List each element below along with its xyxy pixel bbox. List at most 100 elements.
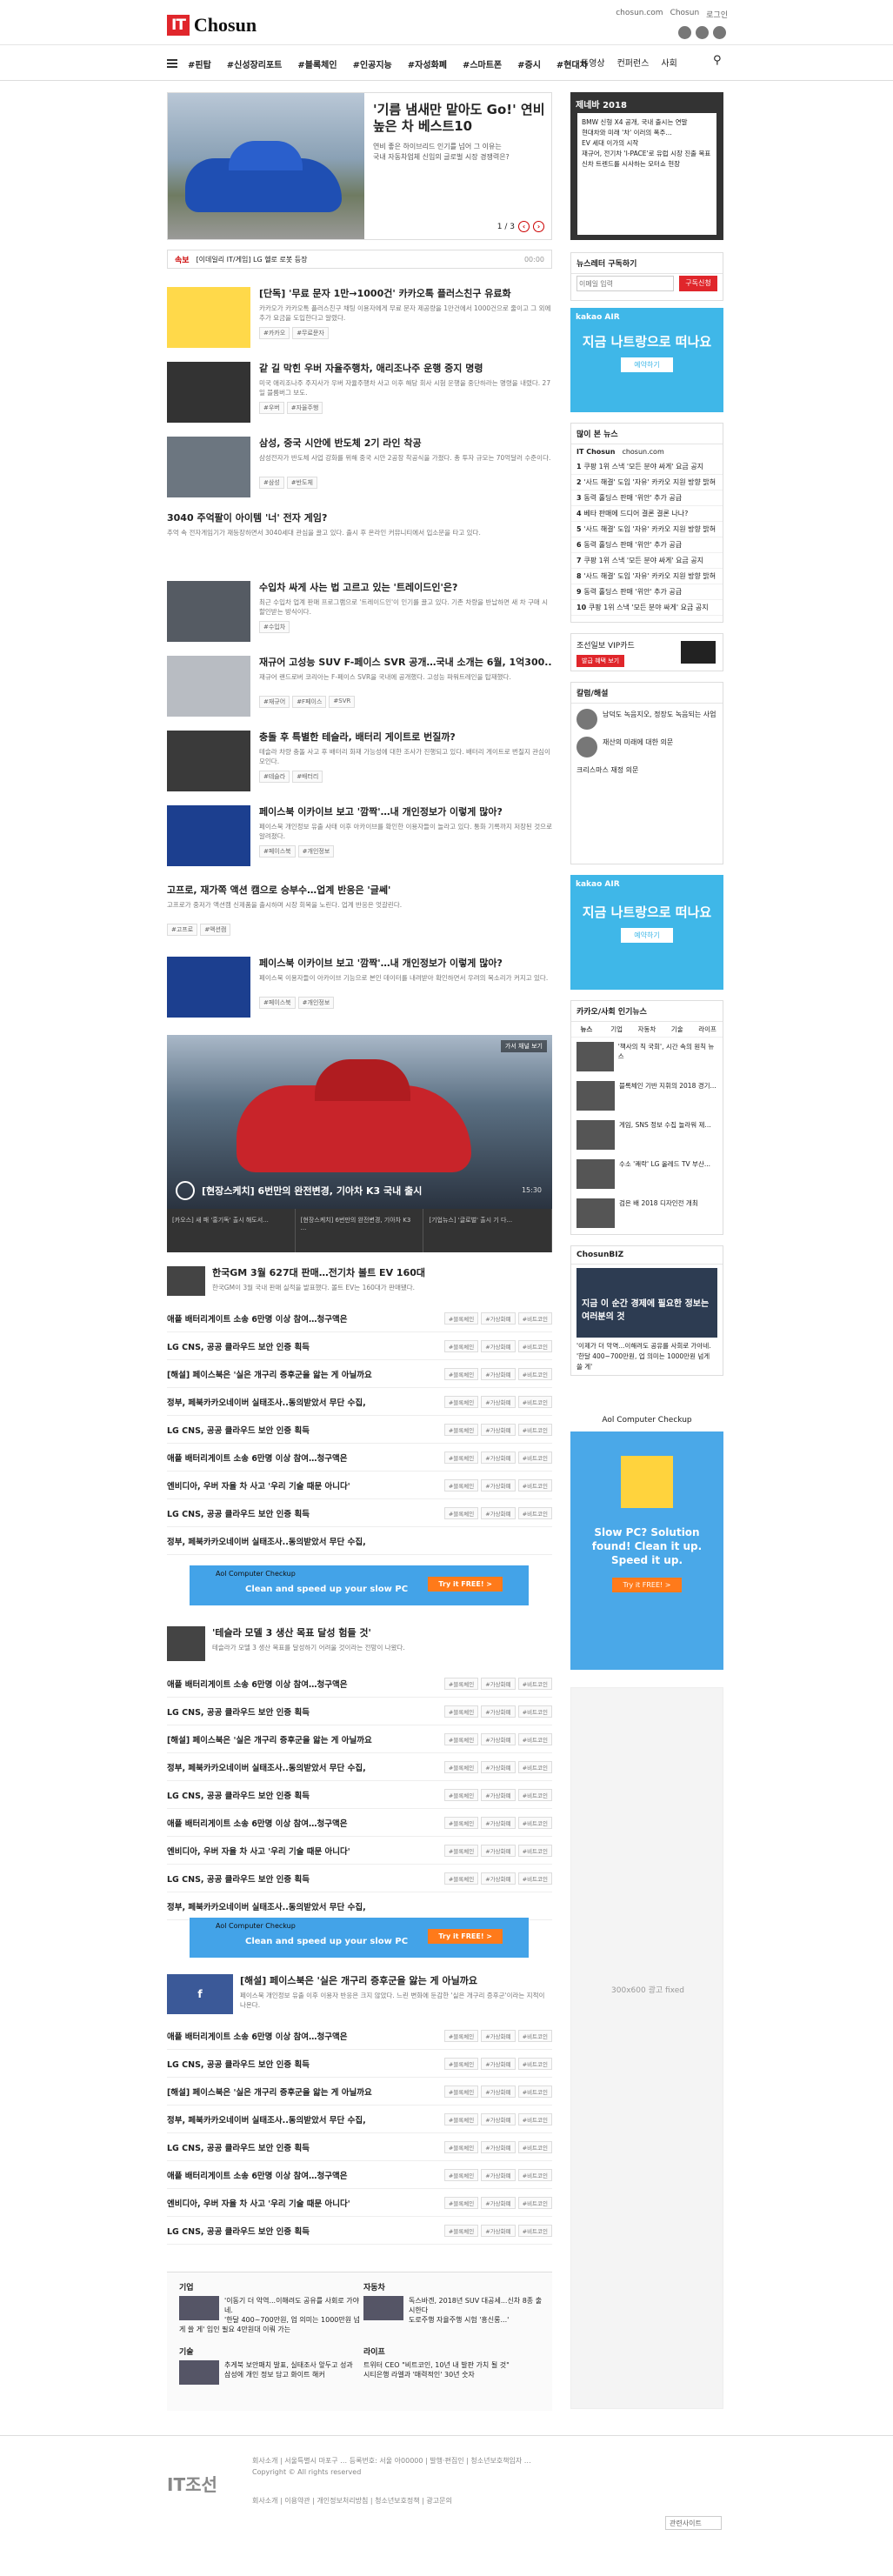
tag[interactable]: #비트코인: [517, 1451, 552, 1464]
category-link[interactable]: 시티은행 라엘과 '매력적인' 30년 숫자: [363, 2370, 546, 2379]
column-item[interactable]: 수소 '쾌락' LG 올레드 TV 부산...: [619, 1159, 710, 1190]
list-title[interactable]: LG CNS, 공공 클라우드 보안 인증 획득: [167, 1872, 310, 1885]
list-item[interactable]: 정부, 페북카카오네이버 실태조사..동의받았서 무단 수집, #블록체인 #가상화…: [167, 2106, 552, 2133]
column-tab[interactable]: 자동차: [632, 1022, 663, 1037]
tag[interactable]: #우버: [259, 402, 284, 414]
facebook-icon[interactable]: [678, 26, 691, 39]
list-item[interactable]: 애플 배터리게이트 소송 6만명 이상 참여…청구액은 #블록체인 #가상화폐 #비트…: [167, 1444, 552, 1472]
list-title[interactable]: 애플 배터리게이트 소송 6만명 이상 참여…청구액은: [167, 1312, 347, 1325]
tag[interactable]: #비트코인: [517, 2029, 552, 2042]
tag[interactable]: #가상화폐: [481, 1732, 516, 1745]
nav-item-3[interactable]: #인공지능: [353, 57, 392, 70]
rank-item[interactable]: 1 쿠팡 1위 스낵 '모든 분야 싸게' 요금 공지: [571, 459, 723, 475]
login-link[interactable]: 로그인: [706, 9, 728, 20]
video-title[interactable]: [현장스케치] 6번만의 완전변경, 기아차 K3 국내 출시: [202, 1184, 422, 1198]
article-title[interactable]: 페이스북 이카이브 보고 '깜짝'…내 개인정보가 이렇게 많아?: [259, 957, 552, 970]
tag[interactable]: #반도체: [286, 477, 317, 489]
popular-tab[interactable]: chosun.com: [622, 448, 663, 456]
tag[interactable]: #블록체인: [443, 1423, 479, 1436]
next-icon[interactable]: ›: [533, 221, 544, 232]
tag[interactable]: #블록체인: [443, 1367, 479, 1380]
tag[interactable]: #블록체인: [443, 1732, 479, 1745]
list-title[interactable]: 애플 배터리게이트 소송 6만명 이상 참여…청구액은: [167, 1678, 347, 1690]
nav-item-6[interactable]: #증시: [517, 57, 541, 70]
tag[interactable]: #블록체인: [443, 1788, 479, 1801]
list-title[interactable]: LG CNS, 공공 클라우드 보안 인증 획득: [167, 2141, 310, 2153]
tag[interactable]: #배터리: [292, 771, 323, 783]
kakao-ad-button[interactable]: 예약하기: [621, 357, 673, 372]
tag[interactable]: #액션캠: [200, 924, 231, 936]
list-item[interactable]: 애플 배터리게이트 소송 6만명 이상 참여…청구액은 #블록체인 #가상화폐 #비트…: [167, 2022, 552, 2050]
list-title[interactable]: LG CNS, 공공 클라우드 보안 인증 획득: [167, 1340, 310, 1352]
list-item[interactable]: [해설] 페이스북은 '실은 개구리 증후군을 앓는 게 아닐까요 #블록체인 #가…: [167, 1725, 552, 1753]
vip-card-ad[interactable]: 조선일보 VIP카드 발급 혜택 보기: [570, 633, 723, 671]
opinion-item[interactable]: 크리스마스 재정 의문: [576, 764, 717, 777]
play-icon[interactable]: [176, 1181, 195, 1200]
tag[interactable]: #가상화폐: [481, 1478, 516, 1492]
nav-society[interactable]: 사회: [661, 56, 676, 69]
video-channel-label[interactable]: 가서 채널 보기: [500, 1040, 547, 1052]
tag[interactable]: #비트코인: [517, 1816, 552, 1829]
opinion-item[interactable]: 남덕도 녹음지오, 정장도 녹음되는 사업: [603, 709, 716, 730]
tag[interactable]: #가상화폐: [481, 1423, 516, 1436]
list-title[interactable]: [해설] 페이스북은 '실은 개구리 증후군을 앓는 게 아닐까요: [167, 1733, 372, 1745]
tag[interactable]: #비트코인: [517, 2085, 552, 2098]
rank-item[interactable]: 8 '사드 해결' 도입 '자유' 카카오 지원 방향 밝혀: [571, 569, 723, 584]
video-thumb-0[interactable]: [카오스] 새 패 '홍기독' 출시 해도서...: [167, 1209, 296, 1252]
list-title[interactable]: 애플 배터리게이트 소송 6만명 이상 참여…청구액은: [167, 2030, 347, 2042]
tag[interactable]: #가상화폐: [481, 1760, 516, 1773]
tag[interactable]: #가상화폐: [481, 1705, 516, 1718]
tag[interactable]: #블록체인: [443, 2029, 479, 2042]
tag[interactable]: #비트코인: [517, 1395, 552, 1408]
tag[interactable]: #블록체인: [443, 1339, 479, 1352]
article-title[interactable]: 3040 주억팔이 아이템 '너' 전자 게임?: [167, 511, 552, 524]
rank-item[interactable]: 3 동력 홀딩스 판매 '위안' 추가 공급: [571, 491, 723, 506]
site-logo[interactable]: IT Chosun: [167, 14, 257, 37]
tag[interactable]: #개인정보: [297, 845, 335, 858]
list-item[interactable]: LG CNS, 공공 클라우드 보안 인증 획득 #블록체인 #가상화폐 #비트코인: [167, 2050, 552, 2078]
article-title[interactable]: [해설] 페이스북은 '실은 개구리 증후군을 앓는 게 아닐까요: [240, 1974, 552, 1987]
kakao-air-ad[interactable]: kakao AIR 지금 나트랑으로 떠나요 예약하기: [570, 308, 723, 412]
top-link-1[interactable]: Chosun: [670, 9, 700, 20]
list-title[interactable]: 정부, 페북카카오네이버 실태조사..동의받았서 무단 수집,: [167, 1761, 366, 1773]
biz-headline[interactable]: 지금 이 순간 경제에 필요한 정보는 여러분의 것: [576, 1268, 717, 1338]
tag[interactable]: #자율주행: [286, 402, 323, 414]
tag[interactable]: #가상화폐: [481, 2085, 516, 2098]
list-title[interactable]: LG CNS, 공공 클라우드 보안 인증 획득: [167, 2225, 310, 2237]
video-thumb-1[interactable]: [현장스케치] 6번만의 완전변경, 기아차 K3 ...: [296, 1209, 424, 1252]
nav-video[interactable]: 동영상: [581, 56, 605, 69]
tag[interactable]: #가상화폐: [481, 2140, 516, 2153]
card-button[interactable]: 발급 혜택 보기: [576, 655, 625, 667]
list-title[interactable]: LG CNS, 공공 클라우드 보안 인증 획득: [167, 1424, 310, 1436]
list-item[interactable]: LG CNS, 공공 클라우드 보안 인증 획득 #블록체인 #가상화폐 #비트코인: [167, 1781, 552, 1809]
column-tab[interactable]: 뉴스: [571, 1022, 602, 1037]
top-link-0[interactable]: chosun.com: [616, 9, 663, 20]
tag[interactable]: #블록체인: [443, 1506, 479, 1519]
kakao-air-ad[interactable]: kakao AIR 지금 나트랑으로 떠나요 예약하기: [570, 875, 723, 990]
tag[interactable]: #무료문자: [292, 327, 329, 339]
column-tab[interactable]: 기술: [662, 1022, 692, 1037]
tag[interactable]: #가상화폐: [481, 2112, 516, 2126]
tag[interactable]: #블록체인: [443, 1677, 479, 1690]
tag[interactable]: #가상화폐: [481, 1367, 516, 1380]
tag[interactable]: #가상화폐: [481, 1872, 516, 1885]
list-title[interactable]: LG CNS, 공공 클라우드 보안 인증 획득: [167, 1789, 310, 1801]
subscribe-button[interactable]: 구독신청: [679, 276, 717, 291]
rank-item[interactable]: 7 쿠팡 1위 스낵 '모든 분야 싸게' 요금 공지: [571, 553, 723, 569]
article-title[interactable]: 한국GM 3월 627대 판매…전기차 볼트 EV 160대: [212, 1266, 552, 1279]
list-item[interactable]: 애플 배터리게이트 소송 6만명 이상 참여…청구액은 #블록체인 #가상화폐 #비트…: [167, 1305, 552, 1332]
rank-item[interactable]: 4 베타 판매에 드디어 결론 결론 나나?: [571, 506, 723, 522]
popular-tab[interactable]: IT Chosun: [576, 448, 615, 456]
list-item[interactable]: LG CNS, 공공 클라우드 보안 인증 획득 #블록체인 #가상화폐 #비트코인: [167, 1865, 552, 1892]
aol-side-button[interactable]: Try it FREE! >: [612, 1578, 682, 1592]
tag[interactable]: #블록체인: [443, 1872, 479, 1885]
tag[interactable]: #비트코인: [517, 1844, 552, 1857]
list-title[interactable]: 정부, 페북카카오네이버 실태조사..동의받았서 무단 수집,: [167, 1900, 366, 1912]
tag[interactable]: #고프로: [167, 924, 198, 936]
tag[interactable]: #블록체인: [443, 1705, 479, 1718]
tag[interactable]: #블록체인: [443, 2196, 479, 2209]
tag[interactable]: #블록체인: [443, 1760, 479, 1773]
banner-item[interactable]: EV 세대 이가의 시작: [582, 138, 712, 149]
banner-item[interactable]: 재규어, 전기차 'I-PACE'로 유럽 시장 진출 목표: [582, 149, 712, 159]
tag[interactable]: #블록체인: [443, 1311, 479, 1325]
